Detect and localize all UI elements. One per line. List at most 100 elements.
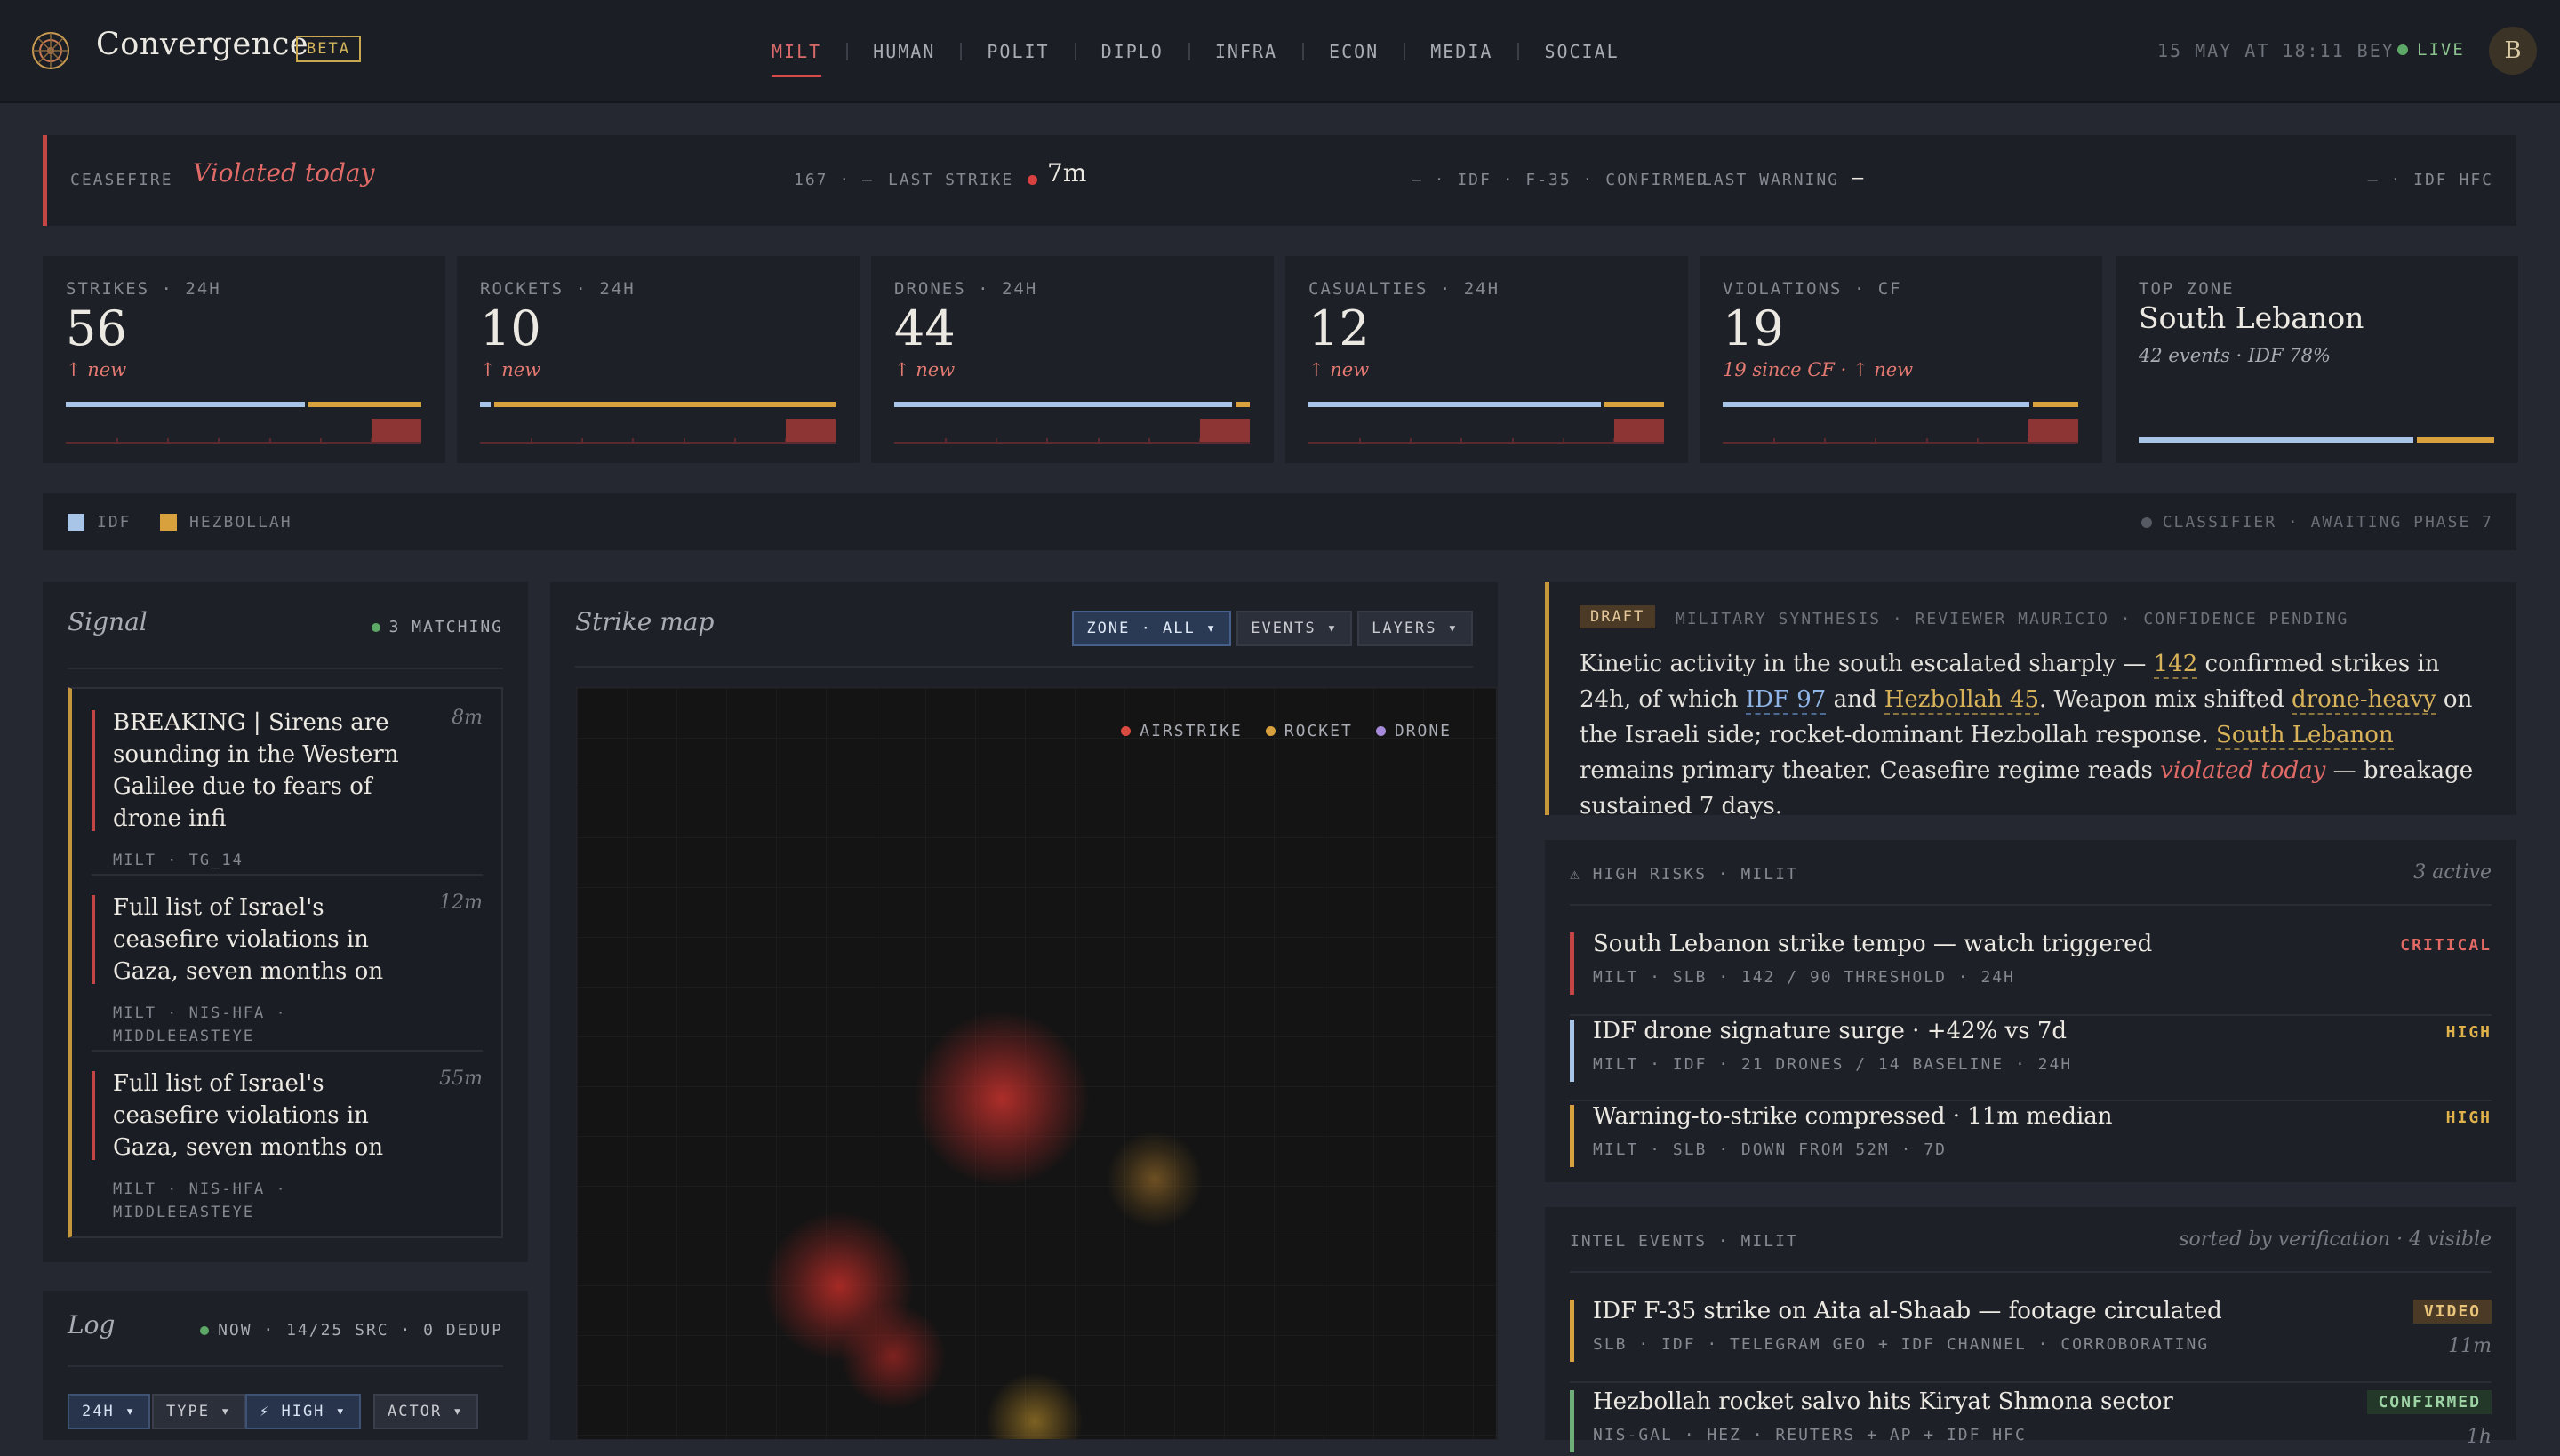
nav-tab-econ[interactable]: ECON	[1304, 39, 1404, 75]
legend-idf-label: IDF	[97, 513, 132, 532]
zone-filter-dropdown[interactable]: ZONE · ALL ▾	[1072, 611, 1232, 646]
signal-item[interactable]: Full list of Israel's ceasefire violatio…	[92, 892, 483, 1048]
warning-source: — · IDF HFC	[2367, 171, 2493, 189]
spark-tick	[945, 438, 947, 442]
metric-note: 19 since CF · ↑ new	[1723, 359, 1914, 380]
idf-count-link[interactable]: IDF 97	[1745, 686, 1827, 715]
rocket-dot-icon	[1265, 726, 1276, 736]
spark-tick	[1410, 438, 1412, 442]
nav-tab-diplo[interactable]: DIPLO	[1076, 39, 1188, 75]
nav-tab-infra[interactable]: INFRA	[1190, 39, 1302, 75]
events-dropdown[interactable]: EVENTS ▾	[1236, 611, 1353, 646]
intel-event-item[interactable]: Hezbollah rocket salvo hits Kiryat Shmon…	[1570, 1388, 2492, 1456]
metric-note: ↑ new	[894, 359, 956, 380]
nav-tab-social[interactable]: SOCIAL	[1519, 39, 1644, 75]
weapon-mix-link[interactable]: drone-heavy	[2292, 686, 2436, 715]
airstrike-cluster[interactable]	[913, 1010, 1091, 1188]
metric-note: ↑ new	[66, 359, 127, 380]
strike-heatmap[interactable]: AIRSTRIKE ROCKET DRONE	[576, 687, 1497, 1440]
spark-tick	[1148, 438, 1150, 442]
divider	[68, 1365, 503, 1367]
event-badge: CONFIRMED	[2367, 1390, 2492, 1414]
divider	[1570, 904, 2492, 906]
signal-item-meta: MILT · TG_14	[113, 852, 244, 869]
event-time: 11m	[2448, 1335, 2492, 1357]
log-title: Log	[68, 1310, 116, 1340]
signal-title: Signal	[68, 607, 148, 636]
airstrike-cluster[interactable]	[840, 1303, 947, 1410]
top-zone-share-bar	[2139, 437, 2494, 443]
legend-rocket-label: ROCKET	[1284, 722, 1353, 740]
metric-note: ↑ new	[480, 359, 541, 380]
nav-tab-media[interactable]: MEDIA	[1405, 39, 1517, 75]
intel-sort-note[interactable]: sorted by verification · 4 visible	[2179, 1228, 2492, 1251]
metric-title: ROCKETS · 24H	[480, 279, 636, 299]
divider	[575, 666, 1473, 668]
legend-rocket[interactable]: ROCKET	[1265, 722, 1353, 740]
intel-event-item[interactable]: IDF F-35 strike on Aita al-Shaab — foota…	[1570, 1298, 2492, 1365]
divider	[1570, 1014, 2492, 1016]
signal-item-meta: MILT · NIS-HFA · MIDDLEEASTEYE	[113, 1004, 287, 1045]
last-strike-label: LAST STRIKE	[888, 171, 1014, 189]
spark-tick	[531, 438, 532, 442]
signal-item[interactable]: BREAKING | Sirens are sounding in the We…	[92, 707, 483, 872]
nav-tab-milt[interactable]: MILT	[747, 39, 846, 77]
risk-title: South Lebanon strike tempo — watch trigg…	[1593, 931, 2153, 957]
nav-tab-human[interactable]: HUMAN	[848, 39, 960, 75]
spark-tick	[1824, 438, 1826, 442]
risk-item[interactable]: Warning-to-strike compressed · 11m media…	[1570, 1103, 2492, 1171]
spark-tick	[581, 438, 583, 442]
sparkline-latest-bar	[372, 419, 421, 442]
metric-card[interactable]: CASUALTIES · 24H 12 ↑ new	[1285, 256, 1688, 463]
severity-marker	[92, 1071, 95, 1160]
risk-item[interactable]: South Lebanon strike tempo — watch trigg…	[1570, 931, 2492, 998]
synthesis-text-run: and	[1826, 686, 1884, 713]
filter-actor[interactable]: ACTOR ▾	[373, 1394, 478, 1429]
event-badge: VIDEO	[2412, 1300, 2492, 1324]
legend-idf[interactable]: IDF	[68, 513, 132, 532]
severity-marker	[92, 710, 95, 831]
legend-hezbollah[interactable]: HEZBOLLAH	[160, 513, 292, 532]
signal-match-count: 3 MATCHING	[371, 618, 503, 636]
divider	[92, 874, 483, 876]
layers-dropdown[interactable]: LAYERS ▾	[1357, 611, 1473, 646]
nav-tab-polit[interactable]: POLIT	[962, 39, 1074, 75]
ceasefire-regime-status: violated today	[2160, 757, 2326, 784]
high-risks-panel: ⚠ HIGH RISKS · MILIT 3 active South Leba…	[1545, 840, 2516, 1182]
actor-legend: IDF HEZBOLLAH CLASSIFIER · AWAITING PHAS…	[43, 493, 2516, 550]
domain-nav: MILT HUMAN POLIT DIPLO INFRA ECON MEDIA …	[747, 39, 1644, 77]
divider	[92, 1050, 483, 1052]
filter-priority[interactable]: ⚡ HIGH ▾	[245, 1394, 361, 1429]
map-controls: ZONE · ALL ▾ EVENTS ▾ LAYERS ▾	[1072, 611, 1473, 646]
spark-tick	[269, 438, 271, 442]
signal-item[interactable]: Full list of Israel's ceasefire violatio…	[92, 1068, 483, 1224]
signal-item-time: 8m	[452, 707, 483, 729]
filter-type[interactable]: TYPE ▾	[152, 1394, 246, 1429]
filter-timespan[interactable]: 24H ▾	[68, 1394, 151, 1429]
sparkline-latest-bar	[2028, 419, 2078, 442]
user-avatar[interactable]: B	[2489, 27, 2537, 75]
idf-share-segment	[1723, 402, 2029, 407]
live-indicator[interactable]: LIVE	[2397, 40, 2465, 60]
rocket-cluster[interactable]	[1106, 1131, 1204, 1228]
risk-meta: MILT · SLB · 142 / 90 THRESHOLD · 24H	[1593, 968, 2015, 987]
actor-marker	[1570, 1300, 1574, 1362]
metric-card[interactable]: VIOLATIONS · CF 19 19 since CF · ↑ new	[1700, 256, 2102, 463]
legend-airstrike[interactable]: AIRSTRIKE	[1121, 722, 1243, 740]
convergence-logo-icon[interactable]	[30, 30, 71, 71]
legend-drone[interactable]: DRONE	[1375, 722, 1452, 740]
risk-item[interactable]: IDF drone signature surge · +42% vs 7d M…	[1570, 1018, 2492, 1085]
idf-share-segment	[480, 402, 491, 407]
top-zone-card[interactable]: TOP ZONE South Lebanon 42 events · IDF 7…	[2116, 256, 2518, 463]
metric-title: VIOLATIONS · CF	[1723, 279, 1902, 299]
hezbollah-count-link[interactable]: Hezbollah 45	[1884, 686, 2040, 715]
signal-item-title: Full list of Israel's ceasefire violatio…	[113, 1070, 384, 1161]
metric-card[interactable]: ROCKETS · 24H 10 ↑ new	[457, 256, 860, 463]
spark-tick	[1359, 438, 1361, 442]
metric-title: CASUALTIES · 24H	[1308, 279, 1500, 299]
metric-card[interactable]: DRONES · 24H 44 ↑ new	[871, 256, 1274, 463]
metric-card[interactable]: STRIKES · 24H 56 ↑ new	[43, 256, 445, 463]
theater-link[interactable]: South Lebanon	[2216, 722, 2394, 750]
event-time: 1h	[2466, 1426, 2492, 1448]
strike-count-link[interactable]: 142	[2153, 651, 2198, 679]
